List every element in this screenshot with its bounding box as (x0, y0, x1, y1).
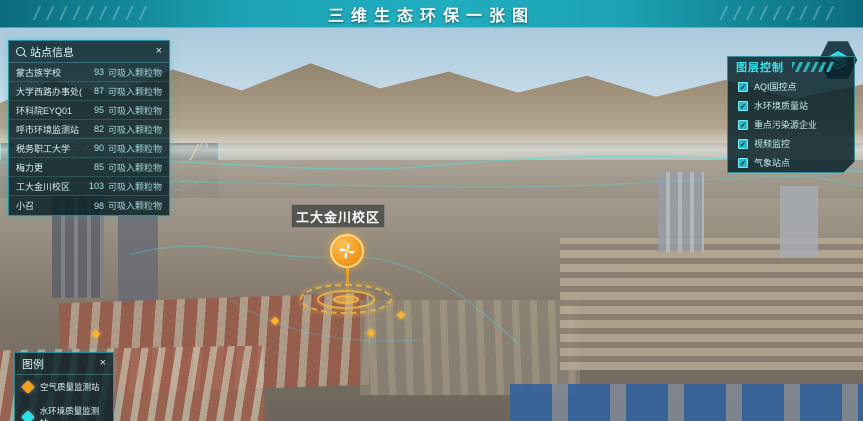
station-row[interactable]: 小召 98 可吸入颗粒物 (9, 196, 169, 215)
station-name: 蒙古族学校 (16, 66, 82, 79)
hatch-decoration (792, 62, 834, 72)
station-row[interactable]: 工大金川校区 103 可吸入颗粒物 (9, 177, 169, 196)
station-name: 税务职工大学 (16, 142, 82, 155)
buildings-mid (360, 300, 580, 395)
layer-toggle-item[interactable]: ✓ 视频监控 (728, 134, 854, 153)
layer-label: 水环境质量站 (754, 99, 808, 112)
station-row[interactable]: 环科院EYQ01 95 可吸入颗粒物 (9, 101, 169, 120)
station-row[interactable]: 呼市环境监测站 82 可吸入颗粒物 (9, 120, 169, 139)
checkbox-checked[interactable]: ✓ (738, 139, 748, 149)
station-aqi-value: 103 (82, 181, 104, 191)
station-panel-title: 站点信息 (30, 44, 74, 60)
station-primary-pollutant: 可吸入颗粒物 (104, 180, 162, 193)
station-name: 呼市环境监测站 (16, 123, 82, 136)
map-legend-item: 水环境质量监测站 (15, 399, 113, 421)
station-aqi-value: 95 (82, 105, 104, 115)
station-pinwheel-marker-icon[interactable] (330, 234, 364, 268)
layer-label: 视频监控 (754, 137, 790, 150)
station-list-panel: 站点信息 × 蒙古族学校 93 可吸入颗粒物 大学西路办事处(国控) 87 可吸… (8, 40, 170, 216)
map-legend-label: 空气质量监测站 (40, 381, 100, 393)
legend-panel-header: 图例 × (15, 353, 113, 375)
station-aqi-value: 93 (82, 67, 104, 77)
station-row-list: 蒙古族学校 93 可吸入颗粒物 大学西路办事处(国控) 87 可吸入颗粒物 环科… (9, 63, 169, 215)
layer-toggle-item[interactable]: ✓ 重点污染源企业 (728, 115, 854, 134)
buildings-right (560, 238, 863, 370)
layer-label: AQI国控点 (754, 80, 797, 93)
marker-glow-ring-inner (333, 295, 359, 304)
station-primary-pollutant: 可吸入颗粒物 (104, 142, 162, 155)
layer-label: 重点污染源企业 (754, 118, 817, 131)
layer-item-list: ✓ AQI国控点 ✓ 水环境质量站 ✓ 重点污染源企业 ✓ 视频监控 ✓ 气象站… (728, 77, 854, 172)
station-row[interactable]: 蒙古族学校 93 可吸入颗粒物 (9, 63, 169, 82)
station-aqi-value: 87 (82, 86, 104, 96)
station-primary-pollutant: 可吸入颗粒物 (104, 199, 162, 212)
layer-control-panel: 图层控制 ✓ AQI国控点 ✓ 水环境质量站 ✓ 重点污染源企业 ✓ 视频监控 … (727, 56, 855, 173)
station-name: 环科院EYQ01 (16, 104, 82, 117)
station-aqi-value: 82 (82, 124, 104, 134)
layer-toggle-item[interactable]: ✓ 水环境质量站 (728, 96, 854, 115)
station-primary-pollutant: 可吸入颗粒物 (104, 161, 162, 174)
map-legend-item: 空气质量监测站 (15, 375, 113, 399)
station-name: 工大金川校区 (16, 180, 82, 193)
station-panel-header: 站点信息 × (9, 41, 169, 63)
map-station-label[interactable]: 工大金川校区 (291, 204, 385, 228)
station-row[interactable]: 大学西路办事处(国控) 87 可吸入颗粒物 (9, 82, 169, 101)
station-row[interactable]: 梅力更 85 可吸入颗粒物 (9, 158, 169, 177)
station-primary-pollutant: 可吸入颗粒物 (104, 66, 162, 79)
map-legend-panel: 图例 × 空气质量监测站 水环境质量监测站 (14, 352, 114, 421)
station-name: 梅力更 (16, 161, 82, 174)
warehouses-bottom (510, 384, 863, 421)
station-diamond-icon (21, 380, 35, 394)
pinwheel-glyph (337, 241, 357, 261)
checkbox-checked[interactable]: ✓ (738, 101, 748, 111)
app-header: 三维生态环保一张图 (0, 0, 863, 28)
station-primary-pollutant: 可吸入颗粒物 (104, 123, 162, 136)
station-aqi-value: 90 (82, 143, 104, 153)
layer-label: 气象站点 (754, 156, 790, 169)
station-diamond-icon (21, 410, 35, 421)
layer-panel-header: 图层控制 (728, 57, 854, 77)
page-title: 三维生态环保一张图 (328, 2, 535, 26)
checkbox-checked[interactable]: ✓ (738, 120, 748, 130)
station-aqi-value: 98 (82, 201, 104, 211)
checkbox-checked[interactable]: ✓ (738, 158, 748, 168)
legend-panel-title: 图例 (22, 356, 44, 372)
search-icon (16, 47, 25, 56)
station-name: 大学西路办事处(国控) (16, 85, 82, 98)
station-row[interactable]: 税务职工大学 90 可吸入颗粒物 (9, 139, 169, 158)
close-icon[interactable]: × (100, 358, 106, 369)
legend-item-list: 空气质量监测站 水环境质量监测站 (15, 375, 113, 421)
layer-toggle-item[interactable]: ✓ 气象站点 (728, 153, 854, 172)
layer-panel-title: 图层控制 (736, 59, 784, 75)
station-primary-pollutant: 可吸入颗粒物 (104, 85, 162, 98)
station-aqi-value: 85 (82, 162, 104, 172)
highrise-right (658, 172, 704, 252)
station-primary-pollutant: 可吸入颗粒物 (104, 104, 162, 117)
close-icon[interactable]: × (156, 46, 162, 57)
checkbox-checked[interactable]: ✓ (738, 82, 748, 92)
map-legend-label: 水环境质量监测站 (40, 405, 105, 421)
station-name: 小召 (16, 199, 82, 212)
layer-toggle-item[interactable]: ✓ AQI国控点 (728, 77, 854, 96)
